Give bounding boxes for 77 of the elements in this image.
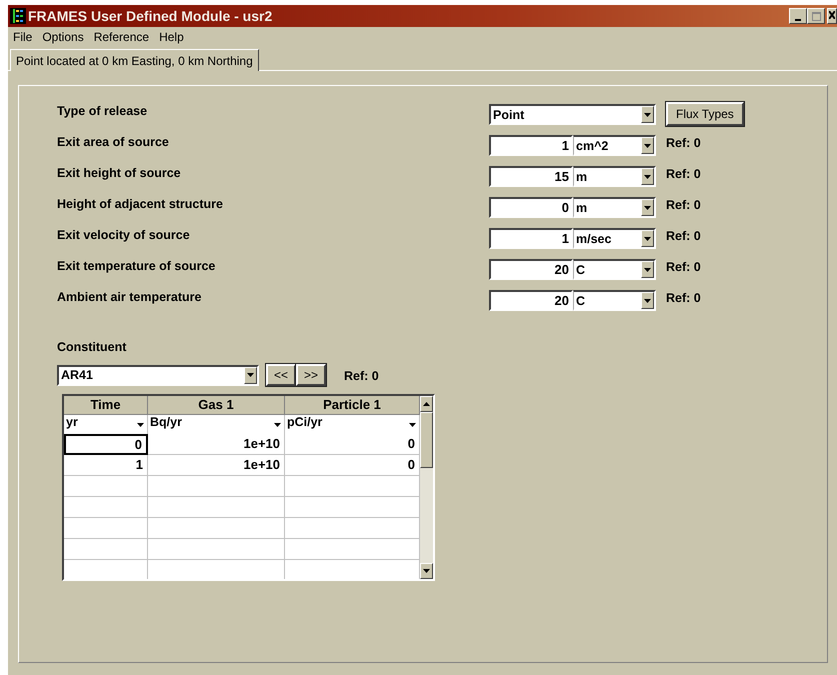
reference-label: Ref: 0 (666, 198, 701, 212)
table-cell[interactable] (64, 518, 148, 539)
field-label: Ambient air temperature (57, 290, 202, 304)
column-header[interactable]: Gas 1 (148, 396, 285, 415)
scroll-down-icon (423, 569, 430, 573)
value-field[interactable]: 20 (489, 259, 573, 280)
dropdown-arrow-icon (409, 422, 416, 426)
menu-item[interactable]: Reference (94, 30, 150, 46)
field-label: Exit temperature of source (57, 259, 216, 273)
scroll-up-icon (423, 402, 430, 406)
field-label: Type of release (57, 104, 148, 118)
dropdown-arrow-icon (644, 268, 651, 272)
table-cell[interactable]: 0 (64, 434, 148, 455)
field-label: Exit height of source (57, 166, 182, 180)
value-field[interactable]: 1 (489, 135, 573, 156)
reference-label: Ref: 0 (344, 368, 379, 382)
scroll-thumb[interactable] (420, 412, 433, 468)
column-header[interactable]: Particle 1 (285, 396, 420, 415)
dropdown-arrow-icon (644, 298, 651, 302)
previous-button[interactable]: << (266, 364, 296, 386)
dropdown-arrow-icon (247, 373, 254, 377)
table-cell[interactable] (148, 539, 285, 560)
close-button[interactable] (827, 8, 837, 24)
unit-dropdown[interactable]: m (573, 197, 656, 218)
reference-label: Ref: 0 (666, 167, 701, 181)
window-title: FRAMES User Defined Module - usr2 (28, 8, 274, 24)
unit-dropdown[interactable]: Bq/yr (148, 415, 285, 434)
constituent-label: Constituent (57, 340, 128, 354)
flux-types-button[interactable]: Flux Types (666, 102, 744, 126)
table-cell[interactable]: 1e+10 (148, 434, 285, 455)
unit-dropdown[interactable]: yr (64, 415, 148, 434)
unit-dropdown[interactable]: pCi/yr (285, 415, 420, 434)
release-type-dropdown[interactable]: Point (489, 104, 656, 125)
dropdown-arrow-icon (644, 144, 651, 148)
field-label: Exit area of source (57, 135, 170, 149)
value-field[interactable]: 1 (489, 228, 573, 249)
table-cell[interactable] (64, 539, 148, 560)
dropdown-arrow-icon (644, 112, 651, 116)
minimize-button[interactable] (789, 8, 807, 24)
reference-label: Ref: 0 (666, 291, 701, 305)
dropdown-arrow-icon (644, 174, 651, 178)
unit-dropdown[interactable]: m (573, 166, 656, 187)
unit-dropdown[interactable]: C (573, 259, 656, 280)
reference-label: Ref: 0 (666, 229, 701, 243)
table-cell[interactable] (148, 497, 285, 518)
field-label: Exit velocity of source (57, 228, 191, 242)
reference-label: Ref: 0 (666, 136, 701, 150)
table-cell[interactable] (64, 476, 148, 497)
maximize-icon (812, 12, 820, 21)
unit-dropdown[interactable]: cm^2 (573, 135, 656, 156)
app-icon (10, 8, 26, 24)
table-cell[interactable]: 1e+10 (148, 455, 285, 476)
value-field[interactable]: 0 (489, 197, 573, 218)
scrollbar[interactable] (420, 396, 433, 579)
table-cell[interactable] (148, 476, 285, 497)
menu-item[interactable]: File (13, 30, 32, 46)
unit-dropdown[interactable]: m/sec (573, 228, 656, 249)
field-label: Height of adjacent structure (57, 197, 224, 211)
table-cell[interactable] (148, 518, 285, 539)
next-button[interactable]: >> (296, 364, 326, 386)
constituent-dropdown[interactable]: AR41 (57, 364, 259, 386)
table-cell[interactable]: 1 (64, 455, 148, 476)
column-header[interactable]: Time (64, 396, 148, 415)
dropdown-arrow-icon (644, 236, 651, 240)
value-field[interactable]: 15 (489, 166, 573, 187)
tab[interactable]: Point located at 0 km Easting, 0 km Northing (10, 49, 259, 71)
maximize-button[interactable] (807, 8, 825, 24)
reference-label: Ref: 0 (666, 260, 701, 274)
menu-item[interactable]: Options (42, 30, 84, 46)
value-field[interactable]: 20 (489, 290, 573, 311)
dropdown-arrow-icon (274, 422, 281, 426)
close-icon (829, 11, 835, 19)
dropdown-arrow-icon (137, 422, 144, 426)
dropdown-arrow-icon (644, 206, 651, 210)
table-cell[interactable] (64, 497, 148, 518)
unit-dropdown[interactable]: C (573, 290, 656, 311)
menu-item[interactable]: Help (159, 30, 184, 46)
